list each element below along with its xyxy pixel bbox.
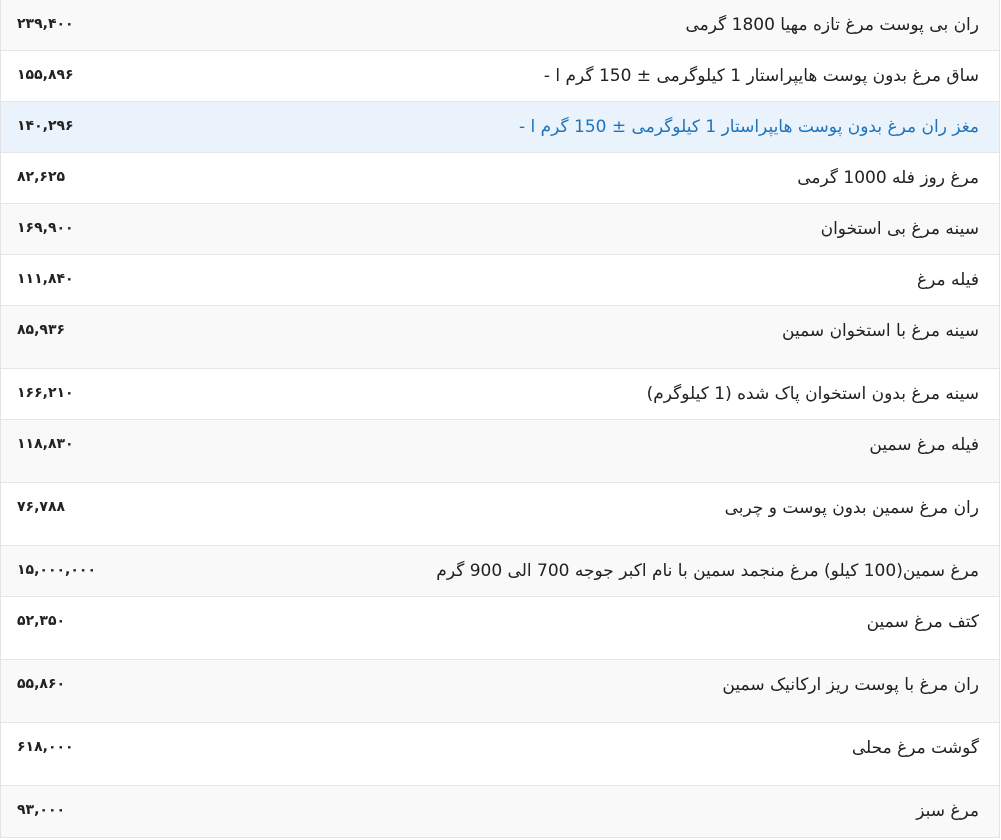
product-price: ۱۴۰,۲۹۶: [17, 118, 74, 134]
table-row: سینه مرغ با استخوان سمین ۸۵,۹۳۶: [1, 306, 999, 369]
table-row: فیله مرغ ۱۱۱,۸۴۰: [1, 255, 999, 306]
table-row: سینه مرغ بی استخوان ۱۶۹,۹۰۰: [1, 204, 999, 255]
product-name: مرغ روز فله 1000 گرمی: [797, 168, 979, 188]
product-price: ۸۲,۶۲۵: [17, 169, 66, 185]
product-name: ساق مرغ بدون پوست هایپراستار 1 کیلوگرمی …: [543, 66, 979, 86]
table-row: ران مرغ با پوست ریز ارکانیک سمین ۵۵,۸۶۰: [1, 660, 999, 723]
product-name: سینه مرغ بی استخوان: [820, 219, 979, 239]
product-name: فیله مرغ: [916, 270, 979, 290]
product-price: ۱۵,۰۰۰,۰۰۰: [17, 562, 96, 578]
table-row: گوشت مرغ محلی ۶۱۸,۰۰۰: [1, 723, 999, 786]
product-name: فیله مرغ سمین: [869, 435, 979, 455]
table-row: مرغ سمین(100 کیلو) مرغ منجمد سمین با نام…: [1, 546, 999, 597]
table-row: سینه مرغ بدون استخوان پاک شده (1 کیلوگرم…: [1, 369, 999, 420]
product-price: ۷۶,۷۸۸: [17, 499, 66, 515]
product-name: مرغ سبز: [916, 801, 979, 821]
product-price: ۵۵,۸۶۰: [17, 676, 66, 692]
product-name: مرغ سمین(100 کیلو) مرغ منجمد سمین با نام…: [436, 561, 979, 581]
price-table: ران بی پوست مرغ تازه مهیا 1800 گرمی ۲۳۹,…: [0, 0, 1000, 838]
product-price: ۱۵۵,۸۹۶: [17, 67, 74, 83]
product-price: ۱۱۸,۸۳۰: [17, 436, 74, 452]
product-name: ران مرغ با پوست ریز ارکانیک سمین: [722, 675, 979, 695]
product-price: ۸۵,۹۳۶: [17, 322, 66, 338]
table-row: ران مرغ سمین بدون پوست و چربی ۷۶,۷۸۸: [1, 483, 999, 546]
product-price: ۹۳,۰۰۰: [17, 802, 66, 818]
product-price: ۲۳۹,۴۰۰: [17, 16, 74, 32]
table-row: مرغ روز فله 1000 گرمی ۸۲,۶۲۵: [1, 153, 999, 204]
table-row: ران بی پوست مرغ تازه مهیا 1800 گرمی ۲۳۹,…: [1, 0, 999, 51]
product-name: سینه مرغ با استخوان سمین: [782, 321, 979, 341]
product-price: ۱۶۹,۹۰۰: [17, 220, 74, 236]
product-price: ۵۲,۳۵۰: [17, 613, 66, 629]
table-row: ساق مرغ بدون پوست هایپراستار 1 کیلوگرمی …: [1, 51, 999, 102]
product-name-link[interactable]: مغز ران مرغ بدون پوست هایپراستار 1 کیلوگ…: [519, 102, 979, 153]
product-name: کتف مرغ سمین: [866, 612, 979, 632]
product-price: ۱۱۱,۸۴۰: [17, 271, 74, 287]
product-price: ۱۶۶,۲۱۰: [17, 385, 74, 401]
product-price: ۶۱۸,۰۰۰: [17, 739, 74, 755]
table-row: فیله مرغ سمین ۱۱۸,۸۳۰: [1, 420, 999, 483]
product-name: سینه مرغ بدون استخوان پاک شده (1 کیلوگرم…: [646, 384, 979, 404]
product-name: گوشت مرغ محلی: [851, 738, 979, 758]
table-row: مرغ سبز ۹۳,۰۰۰: [1, 786, 999, 838]
product-name: ران بی پوست مرغ تازه مهیا 1800 گرمی: [685, 15, 979, 35]
table-row: کتف مرغ سمین ۵۲,۳۵۰: [1, 597, 999, 660]
table-row-highlighted[interactable]: مغز ران مرغ بدون پوست هایپراستار 1 کیلوگ…: [1, 102, 999, 153]
product-name: ران مرغ سمین بدون پوست و چربی: [724, 498, 979, 518]
